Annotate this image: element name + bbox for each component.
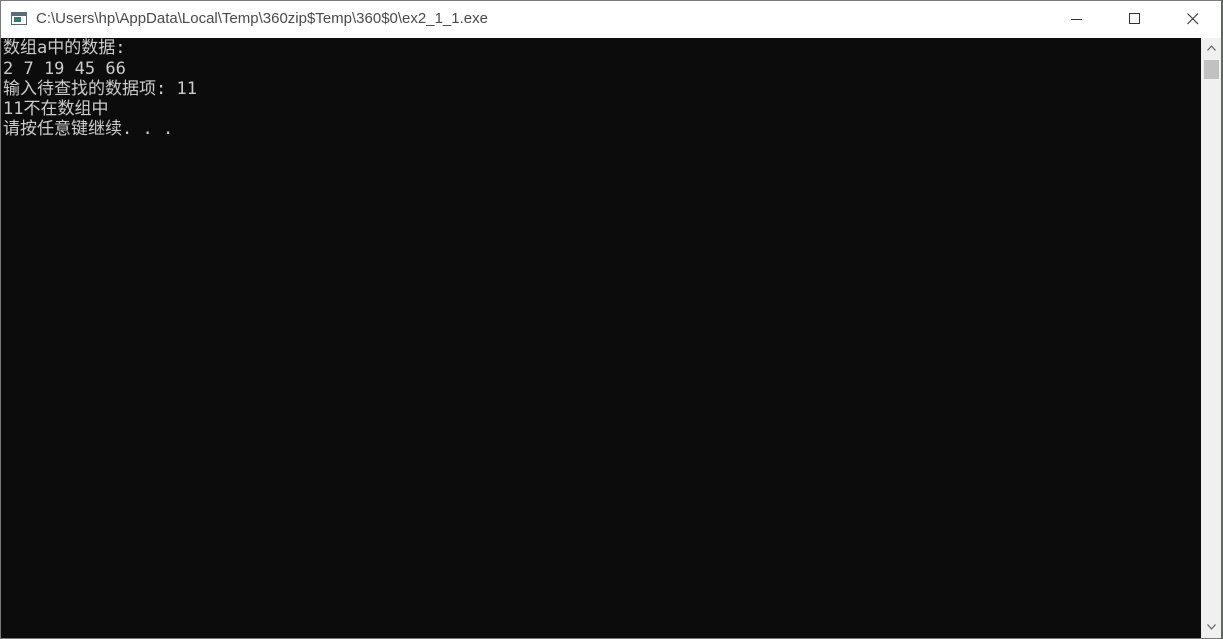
- scroll-thumb[interactable]: [1204, 60, 1219, 79]
- minimize-button[interactable]: [1048, 1, 1106, 38]
- console-line: 2 7 19 45 66: [3, 59, 126, 79]
- scroll-down-button[interactable]: [1201, 619, 1222, 636]
- minimize-icon: [1071, 19, 1082, 20]
- chevron-up-icon: [1207, 45, 1216, 51]
- window-title: C:\Users\hp\AppData\Local\Temp\360zip$Te…: [36, 10, 488, 27]
- console-line: 输入待查找的数据项: 11: [3, 79, 197, 99]
- console-app-icon[interactable]: [11, 12, 27, 25]
- close-button[interactable]: [1164, 1, 1222, 38]
- console-line: 数组a中的数据:: [3, 38, 126, 58]
- console-window: C:\Users\hp\AppData\Local\Temp\360zip$Te…: [0, 0, 1223, 639]
- maximize-button[interactable]: [1106, 1, 1164, 38]
- console-output[interactable]: 数组a中的数据: 2 7 19 45 66 输入待查找的数据项: 11 11不在…: [1, 38, 1201, 638]
- vertical-scrollbar[interactable]: [1201, 38, 1222, 638]
- scroll-up-button[interactable]: [1201, 40, 1222, 57]
- close-icon: [1187, 13, 1199, 25]
- console-line: 11不在数组中: [3, 99, 109, 119]
- title-bar[interactable]: C:\Users\hp\AppData\Local\Temp\360zip$Te…: [1, 1, 1222, 38]
- console-line: 请按任意键继续. . .: [3, 119, 174, 139]
- maximize-icon: [1129, 13, 1140, 24]
- chevron-down-icon: [1207, 624, 1216, 630]
